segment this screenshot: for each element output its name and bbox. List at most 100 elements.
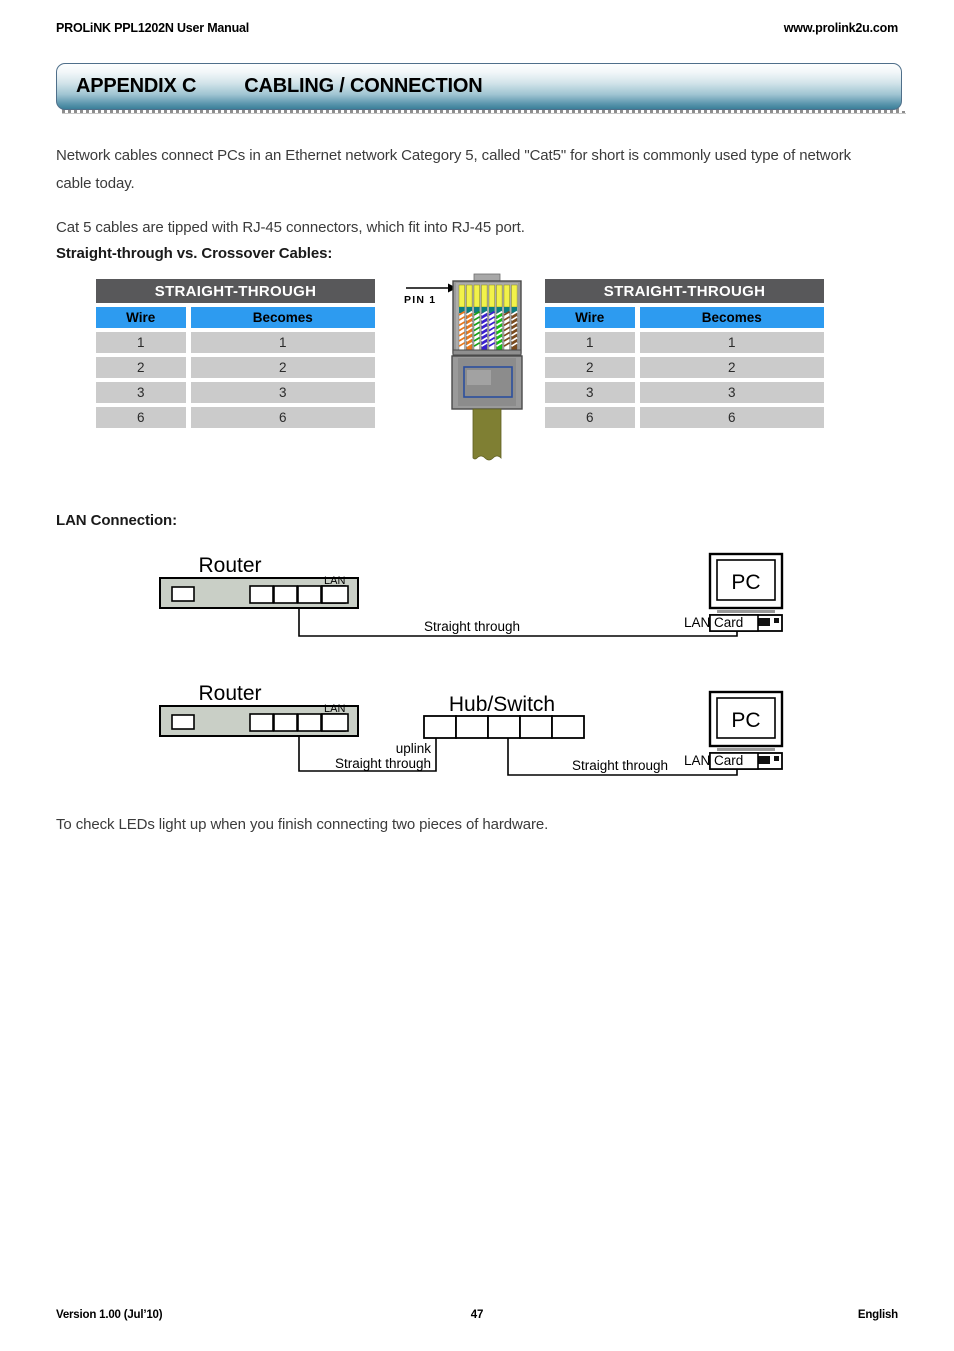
table-cell: 2: [639, 357, 824, 378]
intro-paragraph: Network cables connect PCs in an Etherne…: [56, 147, 852, 192]
column-header-becomes: Becomes: [190, 307, 375, 328]
hub-port-3[interactable]: [487, 715, 521, 739]
page-header: PROLiNK PPL1202N User Manual www.prolink…: [56, 21, 898, 35]
appendix-label: APPENDIX C: [76, 75, 197, 97]
hub-port-5[interactable]: [551, 715, 585, 739]
rj45-connector-diagram: PIN 1: [404, 273, 523, 461]
lan-diagram-router-hub-pc: Router LAN Hub/Switch uplink Straight th…: [159, 682, 784, 776]
table-cell: 1: [639, 332, 824, 353]
hub-switch-label: Hub/Switch: [449, 693, 555, 716]
rj45-pin-4: [481, 284, 488, 308]
router-port-2[interactable]: [273, 585, 298, 604]
table-row: 33: [96, 382, 375, 403]
manual-title: PROLiNK PPL1202N User Manual: [56, 21, 250, 35]
website-url: www.prolink2u.com: [783, 21, 898, 35]
cable-label-straight-through-left: Straight through: [335, 756, 431, 771]
table-cell: 6: [639, 407, 824, 428]
rj45-pin-8: [511, 284, 518, 308]
lan-card-label: LAN Card: [684, 615, 743, 630]
router-lan-label: LAN: [324, 575, 345, 587]
lan-diagram-router-to-pc: Router LAN Straight through PC LAN Card: [159, 552, 784, 637]
straight-through-table-left: STRAIGHT-THROUGH Wire Becomes 1 1 2 2 3 3 6 6: [96, 279, 375, 428]
table-cell: 1: [190, 332, 375, 353]
table-header-row: Wire Becomes: [545, 307, 824, 328]
pc-monitor-stand: [717, 748, 775, 751]
router-port-3[interactable]: [297, 713, 322, 732]
router-lan-label: LAN: [324, 703, 345, 715]
table-title-cell: STRAIGHT-THROUGH: [96, 279, 375, 303]
table-cell: 6: [96, 407, 186, 428]
table-left-body: STRAIGHT-THROUGH Wire Becomes 1 1 2 2 3 3 6 6: [96, 279, 375, 428]
table-title-row: STRAIGHT-THROUGH: [545, 279, 824, 303]
table-row: 22: [545, 357, 824, 378]
footer-page-number: 47: [470, 1309, 484, 1321]
title-bar-body: APPENDIX C CABLING / CONNECTION: [56, 63, 902, 110]
leds-paragraph: To check LEDs light up when you finish c…: [56, 816, 549, 833]
appendix-title-bar: APPENDIX C CABLING / CONNECTION: [56, 63, 907, 114]
table-right-body: STRAIGHT-THROUGH Wire Becomes 1 1 2 2 3 3 6 6: [545, 279, 824, 428]
table-cell: 3: [96, 382, 186, 403]
table-cell: 1: [545, 332, 635, 353]
table-cell: 6: [190, 407, 375, 428]
router-port-1[interactable]: [249, 713, 274, 732]
table-cell: 2: [545, 357, 635, 378]
pin1-label: PIN 1: [404, 294, 436, 306]
pin1-arrow-icon: [406, 283, 457, 293]
connector-latch: [473, 273, 501, 282]
router-port-2[interactable]: [273, 713, 298, 732]
hub-port-2[interactable]: [455, 715, 489, 739]
table-cell: 2: [190, 357, 375, 378]
pc-power-button-icon: [774, 756, 779, 761]
rj45-pin-6: [496, 284, 503, 308]
table-cell: 3: [639, 382, 824, 403]
rj45-pin-1: [458, 284, 465, 308]
cat5-paragraph: Cat 5 cables are tipped with RJ-45 conne…: [56, 219, 525, 236]
table-row: 66: [545, 407, 824, 428]
router-port-3[interactable]: [297, 585, 322, 604]
table-row: 66: [96, 407, 375, 428]
hub-port-4[interactable]: [519, 715, 553, 739]
table-row: 33: [545, 382, 824, 403]
pc-label: PC: [731, 571, 760, 594]
straight-through-table-right: STRAIGHT-THROUGH Wire Becomes 1 1 2 2 3 3 6 6: [545, 279, 824, 428]
column-header-wire: Wire: [545, 307, 635, 328]
footer-language: English: [857, 1309, 898, 1321]
cable-label-straight-through-right: Straight through: [572, 758, 668, 773]
rj45-pin-7: [503, 284, 510, 308]
table-cell: 3: [190, 382, 375, 403]
router-power-led: [171, 714, 195, 730]
column-header-wire: Wire: [96, 307, 186, 328]
connector-window-highlight: [467, 370, 491, 385]
router-label: Router: [198, 554, 261, 577]
hub-port-1[interactable]: [423, 715, 457, 739]
table-title-row: STRAIGHT-THROUGH: [96, 279, 375, 303]
router-lan-port: [321, 585, 349, 604]
table-row: 22: [96, 357, 375, 378]
lan-card-label: LAN Card: [684, 753, 743, 768]
pc-label: PC: [731, 709, 760, 732]
router-power-led: [171, 586, 195, 602]
table-row: 11: [545, 332, 824, 353]
router-label: Router: [198, 682, 261, 705]
lan-connection-heading: LAN Connection:: [56, 512, 177, 529]
footer-version: Version 1.00 (Jul’10): [56, 1309, 163, 1321]
table-cell: 6: [545, 407, 635, 428]
cable-label-straight-through: Straight through: [424, 619, 520, 634]
hub-port-group: [423, 715, 585, 739]
column-header-becomes: Becomes: [639, 307, 824, 328]
rj45-pin-5: [488, 284, 495, 308]
router-lan-port: [321, 713, 349, 732]
table-title-cell: STRAIGHT-THROUGH: [545, 279, 824, 303]
pc-monitor-stand: [717, 610, 775, 613]
pc-power-button-icon: [774, 618, 779, 623]
uplink-label: uplink: [396, 741, 432, 756]
connector-divider: [452, 349, 522, 356]
table-header-row: Wire Becomes: [96, 307, 375, 328]
title-bar-shadow-right: [902, 71, 907, 111]
appendix-title: CABLING / CONNECTION: [244, 75, 483, 97]
table-cell: 2: [96, 357, 186, 378]
rj45-pin-3: [473, 284, 480, 308]
cable-jacket: [472, 408, 502, 461]
router-port-1[interactable]: [249, 585, 274, 604]
rj45-pin-2: [466, 284, 473, 308]
